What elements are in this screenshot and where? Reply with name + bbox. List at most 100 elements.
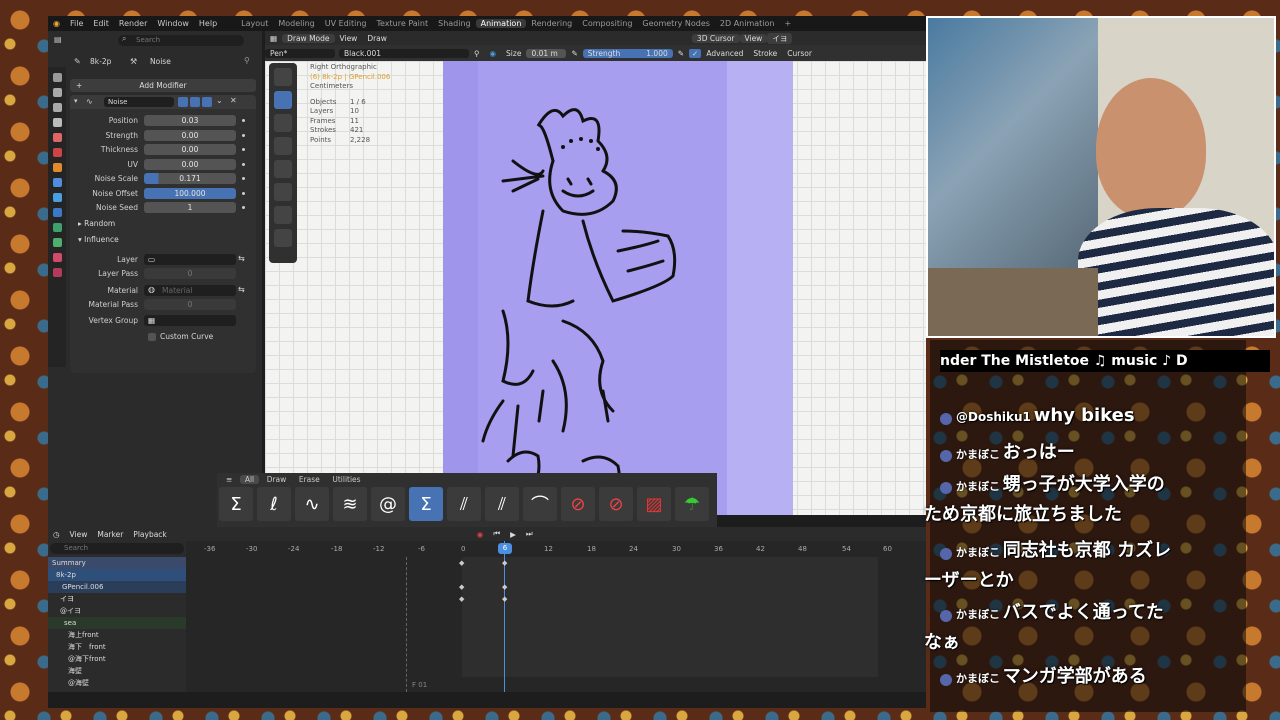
playback-menu[interactable]: Playback [128,530,171,539]
brush-thumbnail[interactable]: @ [371,487,405,521]
brush-thumbnail[interactable]: ℓ [257,487,291,521]
material-field[interactable]: Material [144,285,236,296]
uv-field[interactable]: 0.00 [144,159,236,170]
noise-seed-field[interactable]: 1 [144,202,236,213]
tab-erase[interactable]: Erase [294,475,325,484]
strength-field[interactable]: 0.00 [144,130,236,141]
object-tab-icon[interactable] [52,163,62,172]
add-modifier-button[interactable]: + Add Modifier [70,79,256,92]
arc-tool-icon[interactable] [274,229,292,247]
editor-type-icon[interactable]: ▤ [54,35,62,44]
effects-tab-icon[interactable] [52,193,62,202]
channel-layer[interactable]: sea [48,617,186,629]
delete-modifier-icon[interactable]: ✕ [230,96,237,105]
keyframe-dot-icon[interactable] [242,163,245,166]
menu-edit[interactable]: Edit [88,19,114,28]
view-dropdown[interactable]: View [739,33,768,43]
brush-thumbnail[interactable]: ∿ [295,487,329,521]
layer-field[interactable]: ▭ [144,254,236,265]
tab-utilities[interactable]: Utilities [327,475,365,484]
material-dropdown[interactable]: Black.001 [339,48,469,58]
cursor-dropdown[interactable]: Cursor [782,49,817,58]
tab-uv-editing[interactable]: UV Editing [320,19,372,28]
texture-tab-icon[interactable] [52,268,62,277]
noise-offset-field[interactable]: 100.000 [144,188,236,199]
pressure-icon[interactable]: ✎ [566,49,582,58]
add-workspace-button[interactable]: + [779,19,796,28]
thickness-field[interactable]: 0.00 [144,144,236,155]
influence-subpanel[interactable]: ▾ Influence [78,235,119,244]
line-tool-icon[interactable] [274,206,292,224]
physics-tab-icon[interactable] [52,208,62,217]
position-field[interactable]: 0.03 [144,115,236,126]
drawing-canvas[interactable]: Right Orthographic (6) 8k-2p | GPencil.0… [265,61,926,515]
edit-mode-toggle-icon[interactable] [178,97,188,107]
tab-animation[interactable]: Animation [475,19,527,28]
current-frame-badge[interactable]: 6 [498,543,512,554]
tab-layout[interactable]: Layout [236,19,273,28]
fill-brush-thumbnail[interactable]: ▨ [637,487,671,521]
keyframe-dot-icon[interactable] [242,134,245,137]
viewport-toggle-icon[interactable] [190,97,200,107]
editor-type-icon[interactable]: ◷ [48,530,65,539]
material-pass-field[interactable]: 0 [144,299,236,310]
fill-tool-icon[interactable] [274,137,292,155]
constraints-tab-icon[interactable] [52,223,62,232]
mode-dropdown[interactable]: Draw Mode [282,33,335,43]
channel-layer[interactable]: @海下front [48,653,186,665]
tab-2d-animation[interactable]: 2D Animation [715,19,780,28]
layer-dropdown[interactable]: イヨ [767,32,793,44]
menu-window[interactable]: Window [152,19,194,28]
view-menu[interactable]: View [335,34,363,43]
keyframe-icon[interactable]: ◆ [502,583,507,591]
channel-summary[interactable]: Summary [48,557,186,569]
tint-brush-thumbnail[interactable]: ☂ [675,487,709,521]
tool-tab-icon[interactable] [52,73,62,82]
brush-thumbnail[interactable]: ⵉ [219,487,253,521]
keyframe-icon[interactable]: ◆ [459,559,464,567]
keyframe-dot-icon[interactable] [242,206,245,209]
size-field[interactable]: 0.01 m [526,48,567,58]
scene-tab-icon[interactable] [52,133,62,142]
channel-gpencil[interactable]: GPencil.006 [48,581,186,593]
play-icon[interactable]: ▶ [505,530,521,539]
eraser-brush-thumbnail[interactable]: ⊘ [599,487,633,521]
draw-menu[interactable]: Draw [362,34,392,43]
pin-icon[interactable]: ⚲ [244,56,250,65]
view-menu[interactable]: View [65,530,93,539]
strength-slider[interactable]: Strength 1.000 [582,48,673,58]
keyframe-area[interactable]: -36 -30 -24 -18 -12 -6 0 6 12 18 24 30 3… [186,541,926,692]
render-tab-icon[interactable] [52,88,62,97]
brush-thumbnail[interactable]: ⫽ [485,487,519,521]
shelf-menu-icon[interactable]: ≡ [221,475,237,484]
channel-layer[interactable]: 海上front [48,629,186,641]
tab-modeling[interactable]: Modeling [273,19,319,28]
vertex-group-field[interactable]: ▦ [144,315,236,326]
blender-logo-icon[interactable]: ◉ [48,19,65,28]
editor-type-icon[interactable]: ▦ [265,34,282,43]
random-subpanel[interactable]: ▸ Random [78,219,115,228]
channel-layer[interactable]: 海壁 [48,665,186,677]
dropdown-chevron-icon[interactable]: ⌄ [216,96,223,105]
tab-texture-paint[interactable]: Texture Paint [371,19,433,28]
draw-tool-icon[interactable] [274,91,292,109]
props-search-input[interactable]: Search [118,35,244,46]
keyframe-icon[interactable]: ◆ [502,595,507,603]
tab-shading[interactable]: Shading [433,19,476,28]
brush-dropdown[interactable]: Pen* [265,48,335,58]
keyframe-dot-icon[interactable] [242,148,245,151]
channel-layer[interactable]: @イヨ [48,605,186,617]
keyframe-icon[interactable]: ◆ [459,583,464,591]
noise-scale-field[interactable]: 0.171 [144,173,236,184]
render-toggle-icon[interactable] [202,97,212,107]
jump-start-icon[interactable]: ⏮ [488,529,505,539]
keyframe-dot-icon[interactable] [242,177,245,180]
layer-pass-field[interactable]: 0 [144,268,236,279]
record-icon[interactable]: ◉ [472,530,489,539]
eraser-brush-thumbnail[interactable]: ⊘ [561,487,595,521]
advanced-dropdown[interactable]: Advanced [701,49,748,58]
tab-compositing[interactable]: Compositing [577,19,637,28]
erase-tool-icon[interactable] [274,114,292,132]
invert-icon[interactable]: ⇆ [238,254,245,263]
menu-file[interactable]: File [65,19,88,28]
